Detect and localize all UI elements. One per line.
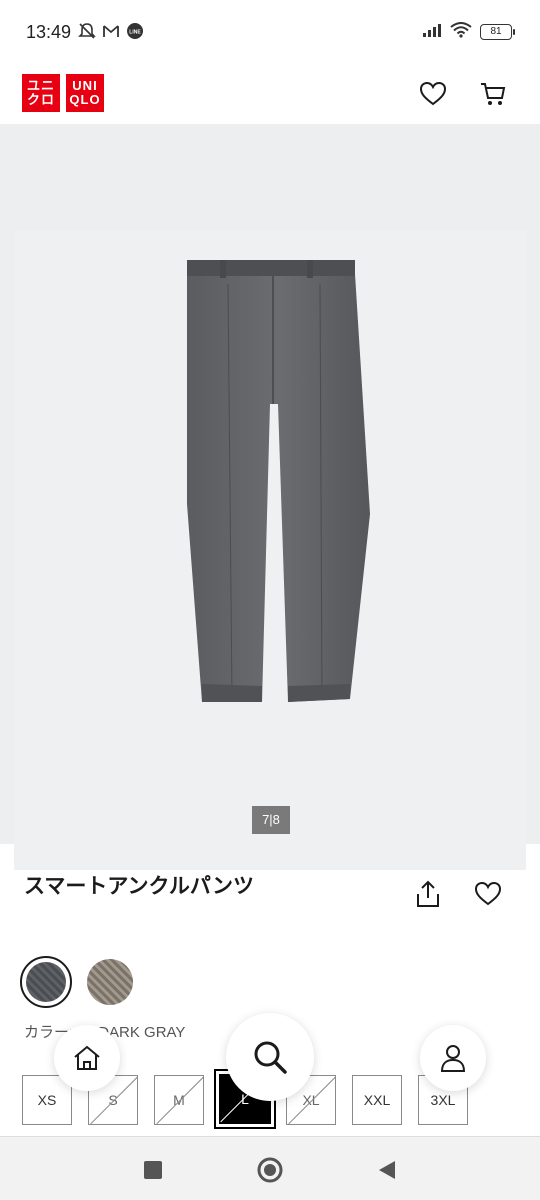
- wifi-icon: [450, 22, 472, 42]
- product-favorite-button[interactable]: [472, 878, 504, 910]
- share-icon: [417, 880, 439, 907]
- circle-icon: [257, 1157, 283, 1183]
- product-title: スマートアンクルパンツ: [24, 874, 254, 898]
- status-icons-left: LINE: [78, 22, 144, 44]
- cart-button[interactable]: [477, 78, 509, 110]
- color-swatch-brown-check[interactable]: [84, 956, 136, 1008]
- heart-icon: [419, 81, 447, 106]
- search-icon: [254, 1041, 287, 1074]
- color-swatch-dark-gray[interactable]: [20, 956, 72, 1008]
- app-header: ユニ クロ UNI QLO: [0, 64, 540, 124]
- account-button[interactable]: [420, 1025, 486, 1091]
- home-button[interactable]: [54, 1025, 120, 1091]
- status-icons-right: 81: [422, 22, 515, 42]
- mute-bell-icon: [78, 22, 96, 44]
- heart-icon: [474, 881, 502, 906]
- image-counter: 7|8: [252, 806, 290, 834]
- back-button[interactable]: [372, 1155, 402, 1185]
- status-bar: 13:49 LINE 81: [0, 0, 540, 64]
- logo-latin: UNI QLO: [66, 74, 104, 112]
- home-system-button[interactable]: [255, 1155, 285, 1185]
- size-xxl[interactable]: XXL: [352, 1075, 402, 1125]
- account-icon: [440, 1045, 466, 1072]
- line-icon: LINE: [126, 22, 144, 44]
- logo-katakana: ユニ クロ: [22, 74, 60, 112]
- square-icon: [144, 1161, 162, 1179]
- product-image-pants: [187, 260, 370, 702]
- search-button[interactable]: [226, 1013, 314, 1101]
- status-time: 13:49: [26, 22, 72, 42]
- size-m[interactable]: M: [154, 1075, 204, 1125]
- back-triangle-icon: [379, 1161, 395, 1179]
- svg-text:LINE: LINE: [129, 30, 141, 36]
- battery-icon: 81: [480, 24, 515, 40]
- signal-icon: [422, 22, 442, 42]
- uniqlo-logo[interactable]: ユニ クロ UNI QLO: [22, 74, 104, 112]
- recent-apps-button[interactable]: [138, 1155, 168, 1185]
- gmail-icon: [102, 23, 120, 43]
- home-icon: [74, 1045, 100, 1070]
- cart-icon: [481, 83, 506, 105]
- system-nav-bar: [0, 1136, 540, 1200]
- product-gallery[interactable]: 7|8: [0, 124, 540, 870]
- favorites-button[interactable]: [417, 78, 449, 110]
- share-button[interactable]: [412, 878, 444, 910]
